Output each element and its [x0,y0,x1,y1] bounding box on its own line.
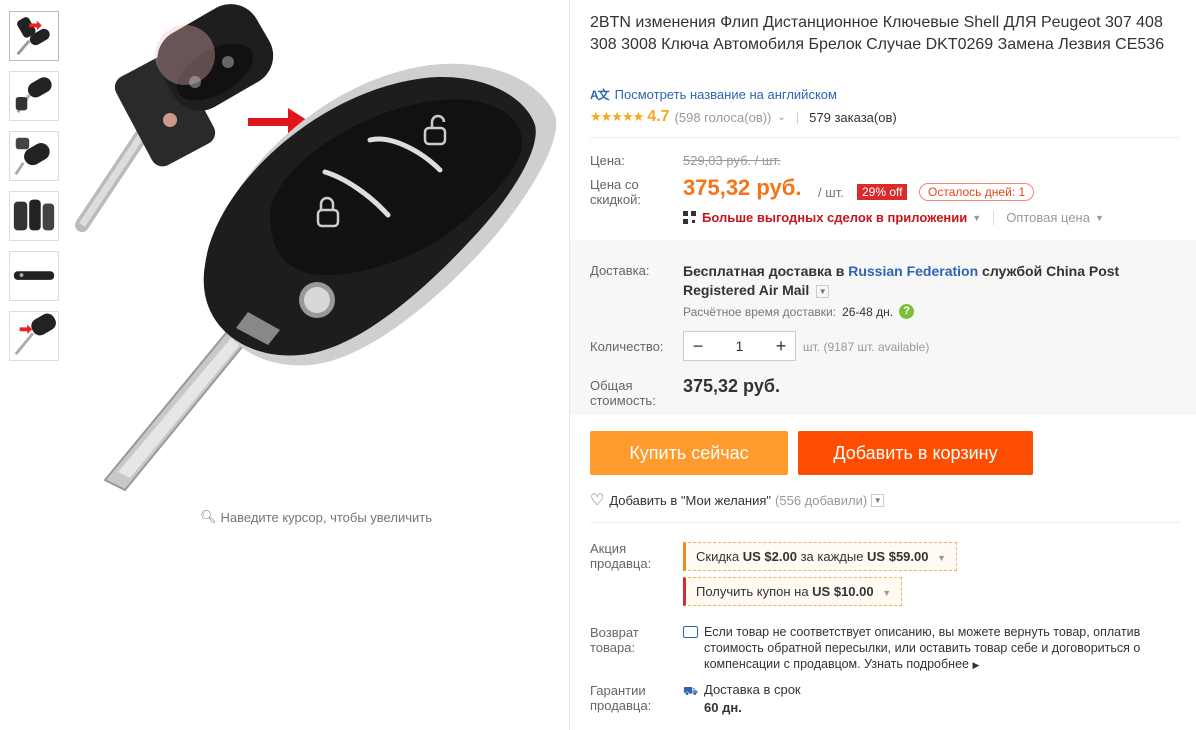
rating-row: ★★★★★ 4.7 (598 голоса(ов)) ⌄ | 579 заказ… [590,108,897,126]
zoom-hint-text: Наведите курсор, чтобы увеличить [220,509,432,525]
old-price: 529,03 руб. / шт. [683,153,781,168]
quantity-label: Количество: [590,339,664,354]
heart-plus-icon: ♡ [590,492,605,509]
chevron-down-icon[interactable]: ⌄ [777,112,785,123]
caret-down-icon[interactable]: ▼ [972,213,981,223]
sale-price: 375,32 руб. [683,175,802,200]
rating-value: 4.7 [647,108,670,125]
divider [590,522,1180,523]
product-title: 2BTN изменения Флип Дистанционное Ключев… [590,14,1165,53]
truck-icon: ⛟ [683,684,699,698]
app-deals-link[interactable]: Больше выгодных сделок в приложении [702,210,967,225]
delivery-eta: Расчётное время доставки: 26-48 дн. ? [683,304,915,319]
votes-count[interactable]: (598 голоса(ов)) [675,110,772,125]
divider [590,137,1180,138]
price-label: Цена: [590,153,625,168]
coupon-prefix: Получить купон на [696,584,813,599]
promo-label: Акция продавца: [590,541,652,571]
wholesale-price-link[interactable]: Оптовая цена [1006,210,1090,225]
wishlist-dropdown-icon[interactable]: ▼ [871,493,885,507]
caret-down-icon: ▼ [937,553,947,563]
wishlist-row[interactable]: ♡ Добавить в "Мои желания" (556 добавили… [590,490,885,510]
app-deals-row: Больше выгодных сделок в приложении ▼ Оп… [683,210,1104,225]
help-icon[interactable]: ? [899,304,915,319]
separator [993,210,995,225]
available-stock: шт. (9187 шт. available) [803,340,930,354]
returns-info: Если товар не соответствует описанию, вы… [683,624,1173,673]
discount-badge: 29% off [857,184,908,200]
per-unit: / шт. [818,185,844,200]
guarantee-days: 60 дн. [704,700,742,715]
quantity-input[interactable]: 1 [712,338,767,354]
learn-more-link[interactable]: Узнать подробнее [864,657,969,671]
coupon-amount: US $10.00 [812,584,874,599]
add-to-cart-button[interactable]: Добавить в корзину [798,431,1033,475]
qr-code-icon [683,211,696,224]
translate-icon: A文 [590,88,610,102]
thumbnail-6[interactable] [9,311,59,361]
translate-link-text: Посмотреть название на английском [614,87,837,102]
promo-discount-amount: US $2.00 [742,549,797,564]
buy-now-button[interactable]: Купить сейчас [590,431,788,475]
sale-price-label: Цена со скидкой: [590,177,641,207]
promo-discount-middle: за каждые [796,549,868,564]
promo-discount-prefix: Скидка [696,549,743,564]
promo-discount-threshold: US $59.00 [867,549,929,564]
shipping-info: Бесплатная доставка в Russian Federation… [683,262,1183,300]
star-rating-icon: ★★★★★ [590,109,644,124]
magnifier-icon: 🔍︎ [200,509,217,524]
quantity-plus-button[interactable]: + [767,336,795,357]
zoom-hint: 🔍︎ Наведите курсор, чтобы увеличить [200,509,432,525]
thumbnail-4[interactable] [9,191,59,241]
chevron-right-icon[interactable]: ▶ [972,660,979,670]
guarantee-text: Доставка в срок [704,682,801,697]
thumbnail-5[interactable] [9,251,59,301]
shipping-country-link[interactable]: Russian Federation [848,263,978,279]
return-policy-icon [683,626,698,638]
thumbnail-strip [9,11,61,371]
product-image[interactable] [70,0,565,500]
shipping-label: Доставка: [590,263,650,278]
total-label: Общая стоимость: [590,378,656,408]
total-price: 375,32 руб. [683,376,780,396]
days-left-badge: Осталось дней: 1 [919,183,1035,201]
wishlist-count: (556 добавили) [775,492,868,508]
quantity-minus-button[interactable]: − [684,336,712,357]
guarantee-label: Гарантии продавца: [590,683,652,713]
thumbnail-1[interactable] [9,11,59,61]
coupon-promo[interactable]: Получить купон на US $10.00 ▼ [683,577,903,606]
thumbnail-2[interactable] [9,71,59,121]
shipping-text-prefix: Бесплатная доставка в [683,263,849,279]
returns-label: Возврат товара: [590,625,639,655]
wishlist-link[interactable]: Добавить в "Мои желания" [609,493,771,508]
seller-discount-promo[interactable]: Скидка US $2.00 за каждые US $59.00 ▼ [683,542,958,571]
shipping-dropdown-icon[interactable]: ▼ [816,284,830,298]
separator: | [795,109,800,125]
thumbnail-3[interactable] [9,131,59,181]
caret-down-icon: ▼ [882,588,892,598]
guarantee-info: ⛟ Доставка в срок [683,682,801,698]
eta-label: Расчётное время доставки: [683,304,837,319]
eta-value: 26-48 дн. [842,304,894,319]
translate-title-link[interactable]: A文 Посмотреть название на английском [590,86,837,103]
caret-down-icon[interactable]: ▼ [1095,213,1104,223]
orders-count: 579 заказа(ов) [809,109,897,125]
quantity-stepper: − 1 + [683,331,796,361]
